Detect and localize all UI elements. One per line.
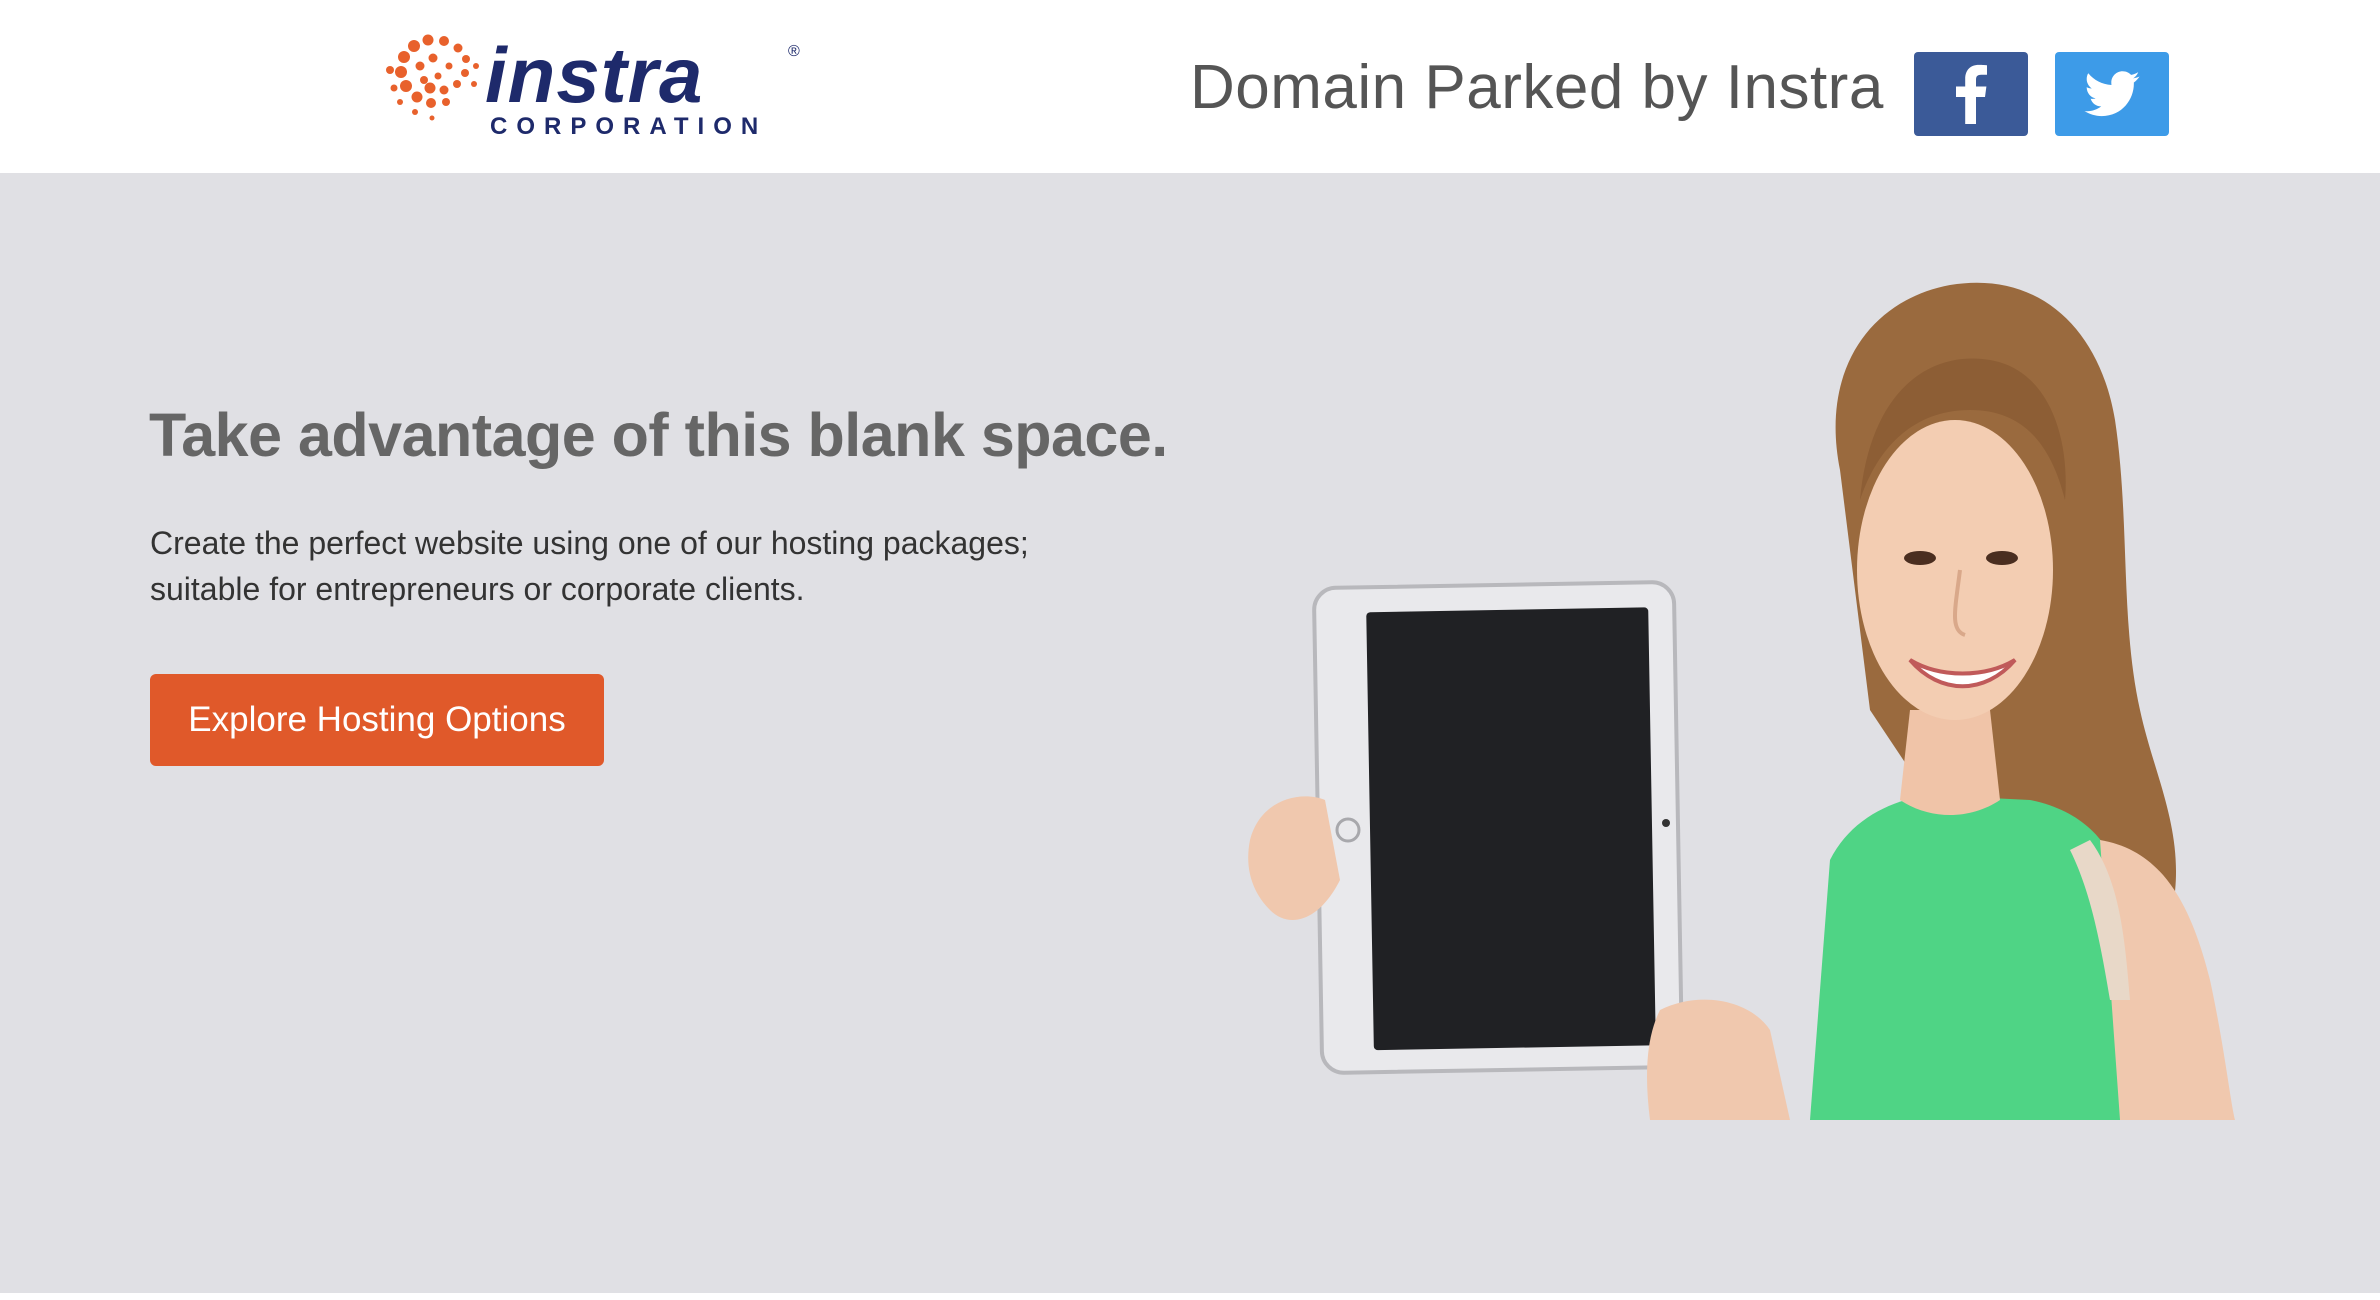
facebook-icon xyxy=(1956,64,1987,124)
logo-trademark: ® xyxy=(788,43,800,60)
left-eye xyxy=(1904,551,1936,565)
facebook-button[interactable] xyxy=(1914,52,2028,136)
woman-holding-tablet-photo xyxy=(1248,282,2235,1120)
hero-subtext-line-2: suitable for entrepreneurs or corporate … xyxy=(150,571,805,607)
right-eye xyxy=(1986,551,2018,565)
green-top xyxy=(1810,795,2130,1120)
tablet xyxy=(1300,580,1684,1075)
hero-subtext-line-1: Create the perfect website using one of … xyxy=(150,525,1029,561)
footer-strip xyxy=(0,1293,2380,1300)
logo-wordmark: instra xyxy=(485,31,703,119)
site-header: instra CORPORATION ® Domain Parked by In… xyxy=(0,0,2380,173)
twitter-button[interactable] xyxy=(2055,52,2169,136)
twitter-icon xyxy=(2084,71,2140,117)
right-hand xyxy=(1647,999,1790,1120)
logo-tagline: CORPORATION xyxy=(490,113,767,140)
instra-logo[interactable]: instra CORPORATION ® xyxy=(370,26,810,146)
hero-headline: Take advantage of this blank space. xyxy=(149,401,1168,469)
explore-hosting-button[interactable]: Explore Hosting Options xyxy=(150,674,604,766)
neck xyxy=(1900,710,2000,815)
header-title: Domain Parked by Instra xyxy=(1190,53,1884,122)
hero-subtext: Create the perfect website using one of … xyxy=(150,520,1100,612)
logo-dot-ring-icon xyxy=(386,34,479,121)
